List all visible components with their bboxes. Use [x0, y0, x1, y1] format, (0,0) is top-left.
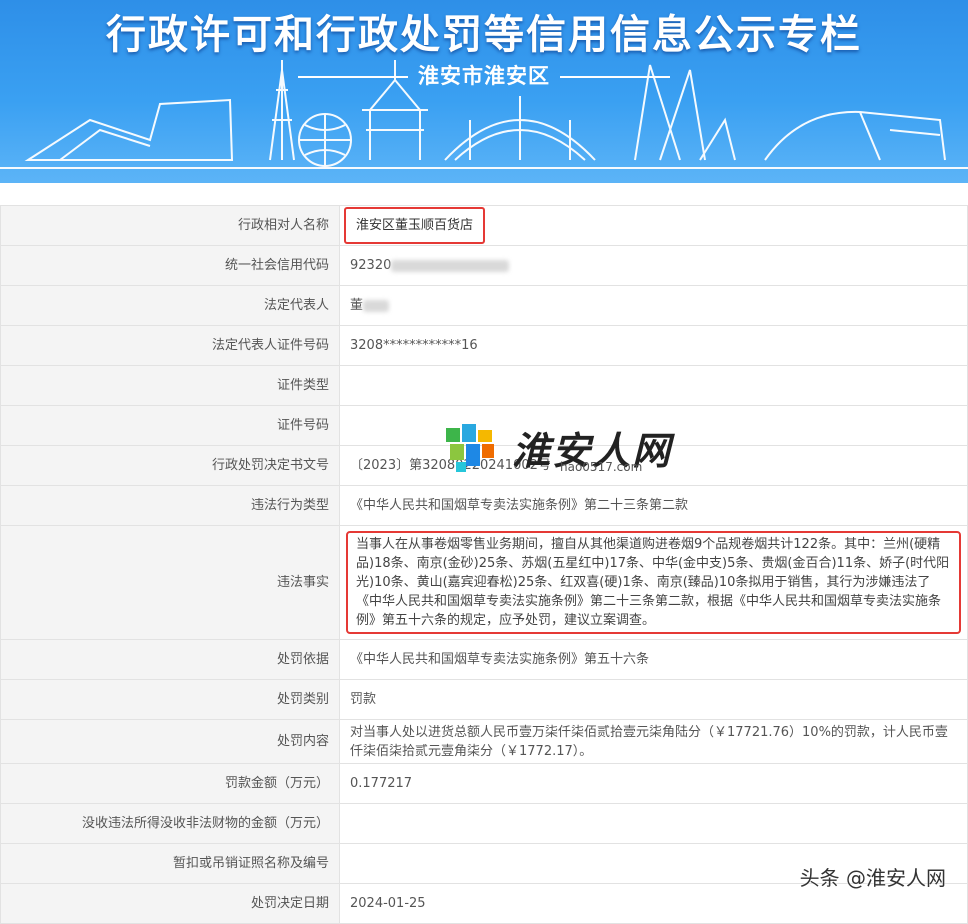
- row-label: 暂扣或吊销证照名称及编号: [0, 843, 340, 884]
- row-label: 法定代表人: [0, 285, 340, 326]
- table-row: 统一社会信用代码 92320: [0, 245, 968, 286]
- header-banner: 行政许可和行政处罚等信用信息公示专栏 淮安市淮安区: [0, 0, 968, 183]
- redaction-blur: [363, 299, 390, 312]
- credit-info-table: 行政相对人名称 淮安区董玉顺百货店 统一社会信用代码 92320 法定代表人 董…: [0, 205, 968, 924]
- subtitle-decoration-right: [560, 76, 670, 78]
- row-label: 处罚类别: [0, 679, 340, 720]
- row-label: 证件号码: [0, 405, 340, 446]
- table-row: 没收违法所得没收非法财物的金额（万元）: [0, 803, 968, 844]
- row-label: 处罚决定日期: [0, 883, 340, 924]
- row-label: 行政相对人名称: [0, 205, 340, 246]
- row-label: 违法行为类型: [0, 485, 340, 526]
- table-row: 法定代表人 董: [0, 285, 968, 326]
- site-logo-icon: [446, 424, 494, 472]
- table-row: 行政相对人名称 淮安区董玉顺百货店: [0, 205, 968, 246]
- row-label: 没收违法所得没收非法财物的金额（万元）: [0, 803, 340, 844]
- penalty-content-value: 对当事人处以进货总额人民币壹万柒仟柒佰贰拾壹元柒角陆分（￥17721.76）10…: [339, 719, 968, 764]
- table-row: 处罚类别 罚款: [0, 679, 968, 720]
- table-row: 违法事实 当事人在从事卷烟零售业务期间，擅自从其他渠道购进卷烟9个品规卷烟共计1…: [0, 525, 968, 640]
- row-label: 证件类型: [0, 365, 340, 406]
- row-label: 行政处罚决定书文号: [0, 445, 340, 486]
- counterparty-name-highlight: 淮安区董玉顺百货店: [344, 207, 486, 244]
- table-row: 违法行为类型 《中华人民共和国烟草专卖法实施条例》第二十三条第二款: [0, 485, 968, 526]
- table-row: 法定代表人证件号码 3208************16: [0, 325, 968, 366]
- toutiao-watermark: 头条 @淮安人网: [799, 866, 946, 890]
- penalty-basis-value: 《中华人民共和国烟草专卖法实施条例》第五十六条: [339, 639, 968, 680]
- row-label: 法定代表人证件号码: [0, 325, 340, 366]
- confiscation-amount-value: [339, 803, 968, 844]
- legal-rep-value: 董: [350, 298, 364, 313]
- table-row: 处罚内容 对当事人处以进货总额人民币壹万柒仟柒佰贰拾壹元柒角陆分（￥17721.…: [0, 719, 968, 764]
- row-label: 处罚依据: [0, 639, 340, 680]
- redaction-blur: [391, 259, 510, 272]
- id-number-value: 3208************16: [339, 325, 968, 366]
- subtitle-decoration-left: [298, 76, 408, 78]
- credit-code-value: 92320: [350, 258, 392, 273]
- banner-subtitle-text: 淮安市淮安区: [418, 64, 550, 88]
- site-watermark: 淮安人网 hao0517.com: [440, 420, 680, 480]
- banner-subtitle: 淮安市淮安区: [0, 60, 968, 90]
- cert-type-value: [339, 365, 968, 406]
- watermark-url: hao0517.com: [560, 460, 643, 474]
- table-row: 证件类型: [0, 365, 968, 406]
- violation-type-value: 《中华人民共和国烟草专卖法实施条例》第二十三条第二款: [339, 485, 968, 526]
- table-row: 罚款金额（万元） 0.177217: [0, 763, 968, 804]
- penalty-category-value: 罚款: [339, 679, 968, 720]
- violation-facts-highlight: 当事人在从事卷烟零售业务期间，擅自从其他渠道购进卷烟9个品规卷烟共计122条。其…: [346, 531, 961, 634]
- banner-title: 行政许可和行政处罚等信用信息公示专栏: [106, 12, 862, 58]
- row-label: 罚款金额（万元）: [0, 763, 340, 804]
- row-label: 处罚内容: [0, 719, 340, 764]
- row-label: 违法事实: [0, 525, 340, 640]
- table-row: 处罚依据 《中华人民共和国烟草专卖法实施条例》第五十六条: [0, 639, 968, 680]
- fine-amount-value: 0.177217: [339, 763, 968, 804]
- row-label: 统一社会信用代码: [0, 245, 340, 286]
